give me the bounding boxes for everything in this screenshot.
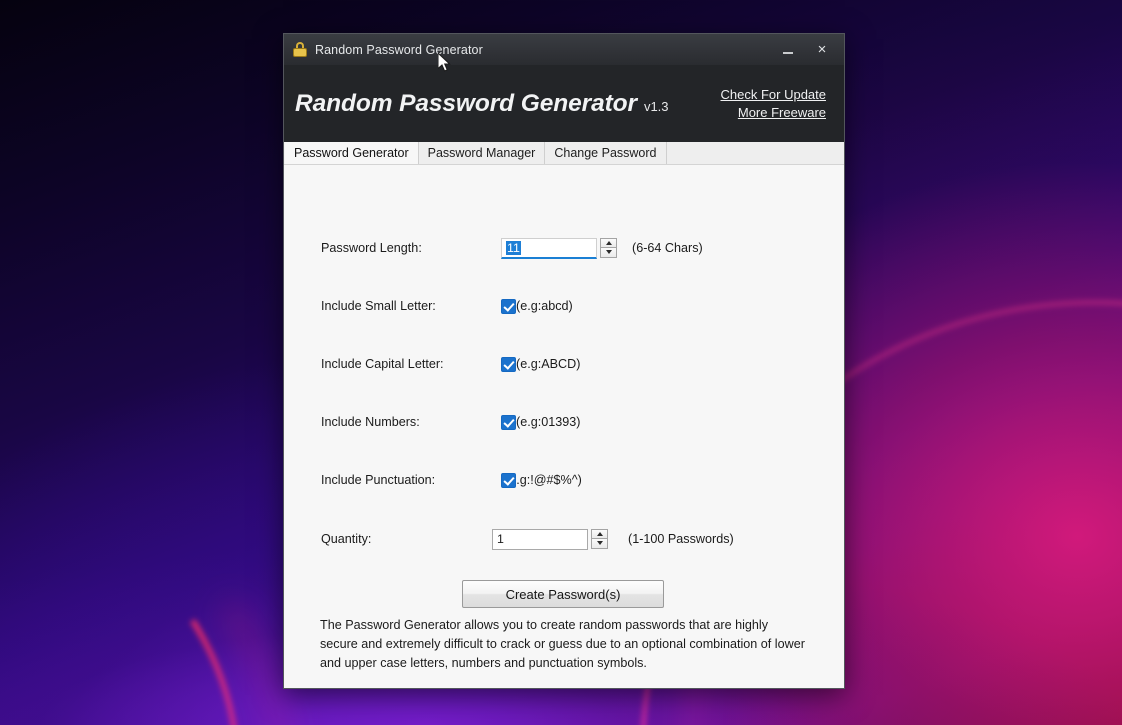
include-numbers-label: Include Numbers:	[321, 415, 420, 429]
password-length-input[interactable]: 11	[501, 237, 597, 259]
close-button[interactable]: ×	[805, 34, 839, 65]
arrow-down-icon	[605, 250, 612, 254]
wallpaper-arc-left	[0, 402, 302, 725]
minimize-button[interactable]	[771, 34, 805, 65]
window-title: Random Password Generator	[315, 42, 483, 57]
tab-strip-filler	[666, 142, 844, 164]
more-freeware-link[interactable]: More Freeware	[721, 105, 826, 120]
quantity-stepper[interactable]: 1	[492, 528, 608, 550]
password-length-decrement-button[interactable]	[600, 247, 617, 258]
include-capital-letter-checkbox[interactable]	[501, 356, 516, 372]
quantity-value: 1	[497, 532, 504, 546]
password-length-hint: (6-64 Chars)	[632, 241, 703, 255]
check-for-update-link[interactable]: Check For Update	[721, 87, 827, 102]
password-length-stepper[interactable]: 11	[501, 237, 617, 259]
include-capital-letter-label: Include Capital Letter:	[321, 357, 444, 371]
arrow-up-icon	[596, 531, 603, 536]
row-quantity: Quantity: 1 (1-100 Passwords)	[321, 528, 826, 550]
password-length-value: 11	[506, 240, 521, 255]
tab-change-password[interactable]: Change Password	[545, 142, 667, 164]
include-punctuation-label: Include Punctuation:	[321, 473, 436, 487]
arrow-down-icon	[596, 541, 603, 545]
quantity-label: Quantity:	[321, 532, 372, 546]
include-small-letter-hint: (e.g:abcd)	[516, 299, 573, 313]
row-include-punctuation: Include Punctuation: (e.g:!@#$%^)	[321, 469, 826, 491]
include-small-letter-checkbox[interactable]	[501, 298, 516, 314]
create-passwords-button[interactable]: Create Password(s)	[462, 580, 664, 608]
include-punctuation-checkbox[interactable]	[501, 472, 516, 488]
minimize-icon	[783, 52, 793, 54]
include-punctuation-hint: (e.g:!@#$%^)	[505, 473, 582, 487]
include-small-letter-label: Include Small Letter:	[321, 299, 436, 313]
include-numbers-hint: (e.g:01393)	[516, 415, 581, 429]
row-password-length: Password Length: 11 (6-64 Chars)	[321, 237, 826, 259]
tab-strip: Password Generator Password Manager Chan…	[284, 142, 844, 165]
password-length-increment-button[interactable]	[600, 237, 617, 248]
include-numbers-checkbox[interactable]	[501, 414, 516, 430]
password-length-label: Password Length:	[321, 241, 422, 255]
arrow-up-icon	[605, 240, 612, 245]
window-controls: ×	[771, 34, 844, 65]
tab-password-generator[interactable]: Password Generator	[285, 142, 419, 164]
description-text: The Password Generator allows you to cre…	[320, 618, 805, 670]
quantity-spin-buttons[interactable]	[591, 528, 608, 550]
password-generator-panel: Password Length: 11 (6-64 Chars) Include…	[284, 165, 844, 688]
header-links: Check For Update More Freeware	[721, 87, 827, 120]
tab-password-manager[interactable]: Password Manager	[418, 142, 546, 164]
password-length-spin-buttons[interactable]	[600, 237, 617, 259]
application-window: Random Password Generator × Random Passw…	[283, 33, 845, 689]
row-include-capital-letter: Include Capital Letter: (e.g:ABCD)	[321, 353, 826, 375]
quantity-increment-button[interactable]	[591, 528, 608, 539]
row-include-numbers: Include Numbers: (e.g:01393)	[321, 411, 826, 433]
quantity-hint: (1-100 Passwords)	[628, 532, 734, 546]
brand-title-group: Random Password Generator v1.3	[295, 90, 669, 118]
padlock-icon	[293, 42, 307, 57]
quantity-input[interactable]: 1	[492, 528, 588, 550]
row-include-small-letter: Include Small Letter: (e.g:abcd)	[321, 295, 826, 317]
brand-header: Random Password Generator v1.3 Check For…	[284, 65, 844, 142]
quantity-decrement-button[interactable]	[591, 538, 608, 549]
brand-title: Random Password Generator	[295, 89, 637, 117]
include-capital-letter-hint: (e.g:ABCD)	[516, 357, 581, 371]
title-bar[interactable]: Random Password Generator ×	[284, 34, 844, 65]
brand-version: v1.3	[643, 98, 669, 114]
